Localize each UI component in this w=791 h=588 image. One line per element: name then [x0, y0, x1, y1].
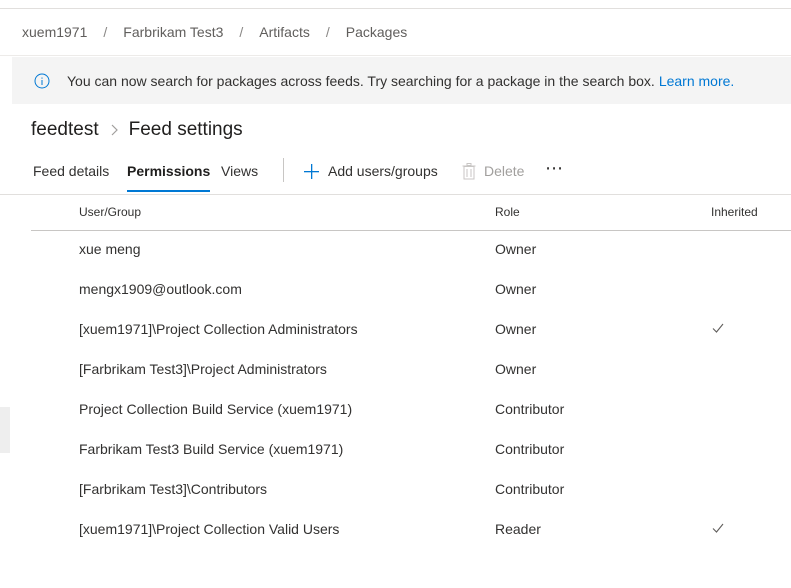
table-row[interactable]: Project Collection Build Service (xuem19… — [31, 391, 791, 431]
table-row[interactable]: [xuem1971]\Project Collection Administra… — [31, 311, 791, 351]
checkmark-icon — [712, 323, 724, 333]
table-row[interactable]: mengx1909@outlook.com Owner — [31, 271, 791, 311]
column-header-inherited[interactable]: Inherited — [711, 195, 758, 229]
learn-more-link[interactable]: Learn more. — [659, 73, 734, 89]
table-row[interactable]: [xuem1971]\Project Collection Valid User… — [31, 511, 791, 551]
left-gutter — [0, 57, 12, 588]
info-banner: You can now search for packages across f… — [12, 57, 791, 104]
chevron-right-icon — [111, 124, 118, 136]
page-title: Feed settings — [128, 119, 243, 140]
page-header: feedtest Feed settings — [31, 116, 243, 144]
breadcrumb: xuem1971 / Farbrikam Test3 / Artifacts /… — [0, 9, 791, 56]
user-group-cell: mengx1909@outlook.com — [79, 281, 242, 297]
role-cell: Contributor — [495, 481, 565, 497]
feed-settings-page: xuem1971 / Farbrikam Test3 / Artifacts /… — [0, 0, 791, 588]
user-group-cell: Farbrikam Test3 Build Service (xuem1971) — [79, 441, 344, 457]
add-users-groups-button[interactable]: Add users/groups — [303, 150, 438, 192]
user-group-cell: xue meng — [79, 241, 141, 257]
breadcrumb-separator: / — [325, 24, 330, 40]
tab-views[interactable]: Views — [221, 150, 258, 192]
table-row[interactable]: xue meng Owner — [31, 231, 791, 271]
table-row[interactable]: [Farbrikam Test3]\Contributors Contributo… — [31, 471, 791, 511]
table-row[interactable]: [Farbrikam Test3]\Project Administrators… — [31, 351, 791, 391]
role-cell: Owner — [495, 241, 537, 257]
add-users-groups-label: Add users/groups — [328, 163, 438, 179]
tab-feed-details[interactable]: Feed details — [33, 150, 109, 192]
tab-bar: Feed details Permissions Views Add users… — [0, 150, 791, 195]
role-cell: Contributor — [495, 401, 565, 417]
role-cell: Contributor — [495, 441, 565, 457]
role-cell: Reader — [495, 521, 541, 537]
tab-permissions[interactable]: Permissions — [127, 150, 211, 192]
delete-button[interactable]: Delete — [462, 150, 524, 192]
role-cell: Owner — [495, 321, 537, 337]
delete-label: Delete — [484, 163, 525, 179]
more-actions-button[interactable]: ⋯ — [545, 150, 564, 192]
breadcrumb-separator: / — [103, 24, 108, 40]
trash-icon — [462, 162, 476, 179]
plus-icon — [304, 163, 319, 179]
info-icon — [34, 73, 50, 88]
user-group-cell: [Farbrikam Test3]\Contributors — [79, 481, 268, 497]
table-body: xue meng Owner mengx1909@outlook.com Owner[… — [31, 231, 791, 551]
feed-name[interactable]: feedtest — [31, 119, 99, 141]
top-strip — [0, 0, 791, 9]
gutter-scroll-marker — [0, 407, 10, 453]
breadcrumb-artifacts[interactable]: Artifacts — [259, 24, 310, 40]
breadcrumb-organization[interactable]: xuem1971 — [22, 24, 87, 40]
user-group-cell: [Farbrikam Test3]\Project Administrators — [79, 361, 327, 377]
table-header: User/Group Role Inherited — [31, 195, 791, 231]
table-row[interactable]: Farbrikam Test3 Build Service (xuem1971)… — [31, 431, 791, 471]
role-cell: Owner — [495, 361, 537, 377]
breadcrumb-separator: / — [239, 24, 244, 40]
user-group-cell: [xuem1971]\Project Collection Administra… — [79, 321, 358, 337]
toolbar-divider — [283, 158, 284, 182]
column-header-role[interactable]: Role — [495, 195, 520, 229]
user-group-cell: Project Collection Build Service (xuem19… — [79, 401, 353, 417]
permissions-table: User/Group Role Inherited xue meng Owner m… — [31, 195, 791, 551]
column-header-user-group[interactable]: User/Group — [79, 195, 141, 229]
user-group-cell: [xuem1971]\Project Collection Valid User… — [79, 521, 340, 537]
breadcrumb-project[interactable]: Farbrikam Test3 — [123, 24, 223, 40]
breadcrumb-packages[interactable]: Packages — [346, 24, 407, 40]
banner-message: You can now search for packages across f… — [67, 72, 655, 89]
role-cell: Owner — [495, 281, 537, 297]
checkmark-icon — [712, 523, 724, 533]
